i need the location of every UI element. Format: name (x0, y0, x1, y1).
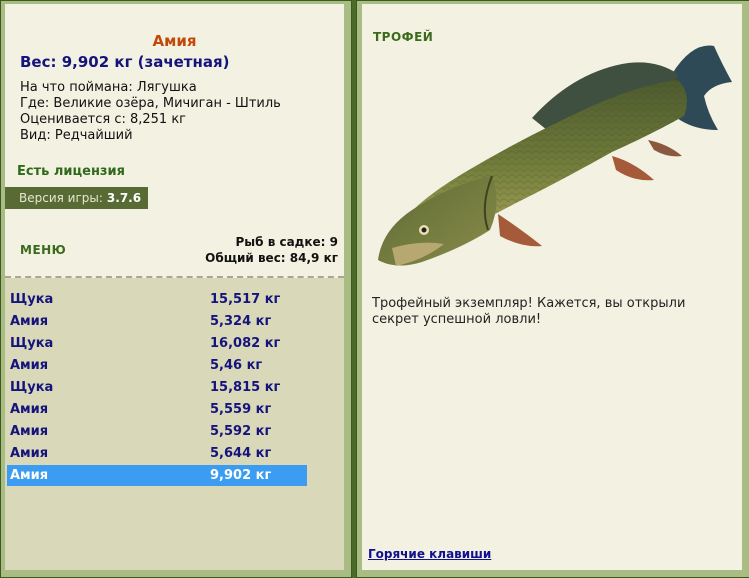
catch-weight: 5,592 кг (210, 424, 272, 439)
net-stats: Рыб в садке: 9 Общий вес: 84,9 кг (205, 234, 338, 266)
catch-weight: 5,46 кг (210, 358, 263, 373)
catch-weight: 9,902 кг (210, 468, 272, 483)
fish-title: Амия (152, 32, 197, 50)
catch-row[interactable]: Амия 5,324 кг (7, 311, 307, 332)
catch-weight: 15,517 кг (210, 292, 281, 307)
catch-weight: 5,324 кг (210, 314, 272, 329)
catch-row[interactable]: Амия 5,644 кг (7, 443, 307, 464)
fish-kind: Вид: Редчайший (20, 128, 133, 143)
catch-row[interactable]: Амия 5,46 кг (7, 355, 307, 376)
catch-weight: 5,644 кг (210, 446, 272, 461)
catch-name: Амия (10, 468, 49, 483)
fish-image (378, 45, 732, 266)
game-version-badge: Версия игры: 3.7.6 (5, 187, 148, 209)
catch-weight: 16,082 кг (210, 336, 281, 351)
net-count: Рыб в садке: 9 (235, 235, 339, 249)
catch-name: Амия (10, 424, 49, 439)
catch-name: Щука (10, 380, 54, 395)
version-label: Версия игры: (19, 191, 103, 205)
catch-list: Щука 15,517 кг Амия 5,324 кг Щука 16,082 кг Ам… (5, 278, 344, 570)
trophy-text: Трофейный экземпляр! Кажется, вы открыли… (372, 296, 686, 327)
catch-name: Щука (10, 292, 54, 307)
fish-weight: Вес: 9,902 кг (зачетная) (20, 53, 230, 71)
catch-row[interactable]: Амия 5,559 кг (7, 399, 307, 420)
fish-valued-from: Оценивается с: 8,251 кг (20, 112, 187, 127)
catch-weight: 5,559 кг (210, 402, 272, 417)
catch-name: Амия (10, 402, 49, 417)
catch-name: Амия (10, 358, 49, 373)
hotkeys-link[interactable]: Горячие клавиши (368, 547, 491, 561)
catch-name: Амия (10, 314, 49, 329)
fish-info-panel: Амия Вес: 9,902 кг (зачетная) На что пой… (5, 4, 344, 570)
net-total-weight: Общий вес: 84,9 кг (205, 251, 338, 265)
catch-row[interactable]: Щука 16,082 кг (7, 333, 307, 354)
version-value: 3.7.6 (106, 191, 142, 205)
catch-name: Амия (10, 446, 49, 461)
license-status: Есть лицензия (17, 164, 125, 179)
catch-name: Щука (10, 336, 54, 351)
fish-location: Где: Великие озёра, Мичиган - Штиль (20, 96, 281, 111)
fish-bait: На что поймана: Лягушка (20, 80, 197, 95)
catch-weight: 15,815 кг (210, 380, 281, 395)
trophy-panel: ТРОФЕЙ Трофейный экземпляр! Кажется, вы … (362, 4, 742, 570)
trophy-label: ТРОФЕЙ (373, 30, 434, 44)
catch-row[interactable]: Щука 15,517 кг (7, 289, 307, 310)
catch-row[interactable]: Амия 5,592 кг (7, 421, 307, 442)
catch-row[interactable]: Амия 9,902 кг (7, 465, 307, 486)
menu-button[interactable]: МЕНЮ (20, 243, 66, 257)
catch-row[interactable]: Щука 15,815 кг (7, 377, 307, 398)
